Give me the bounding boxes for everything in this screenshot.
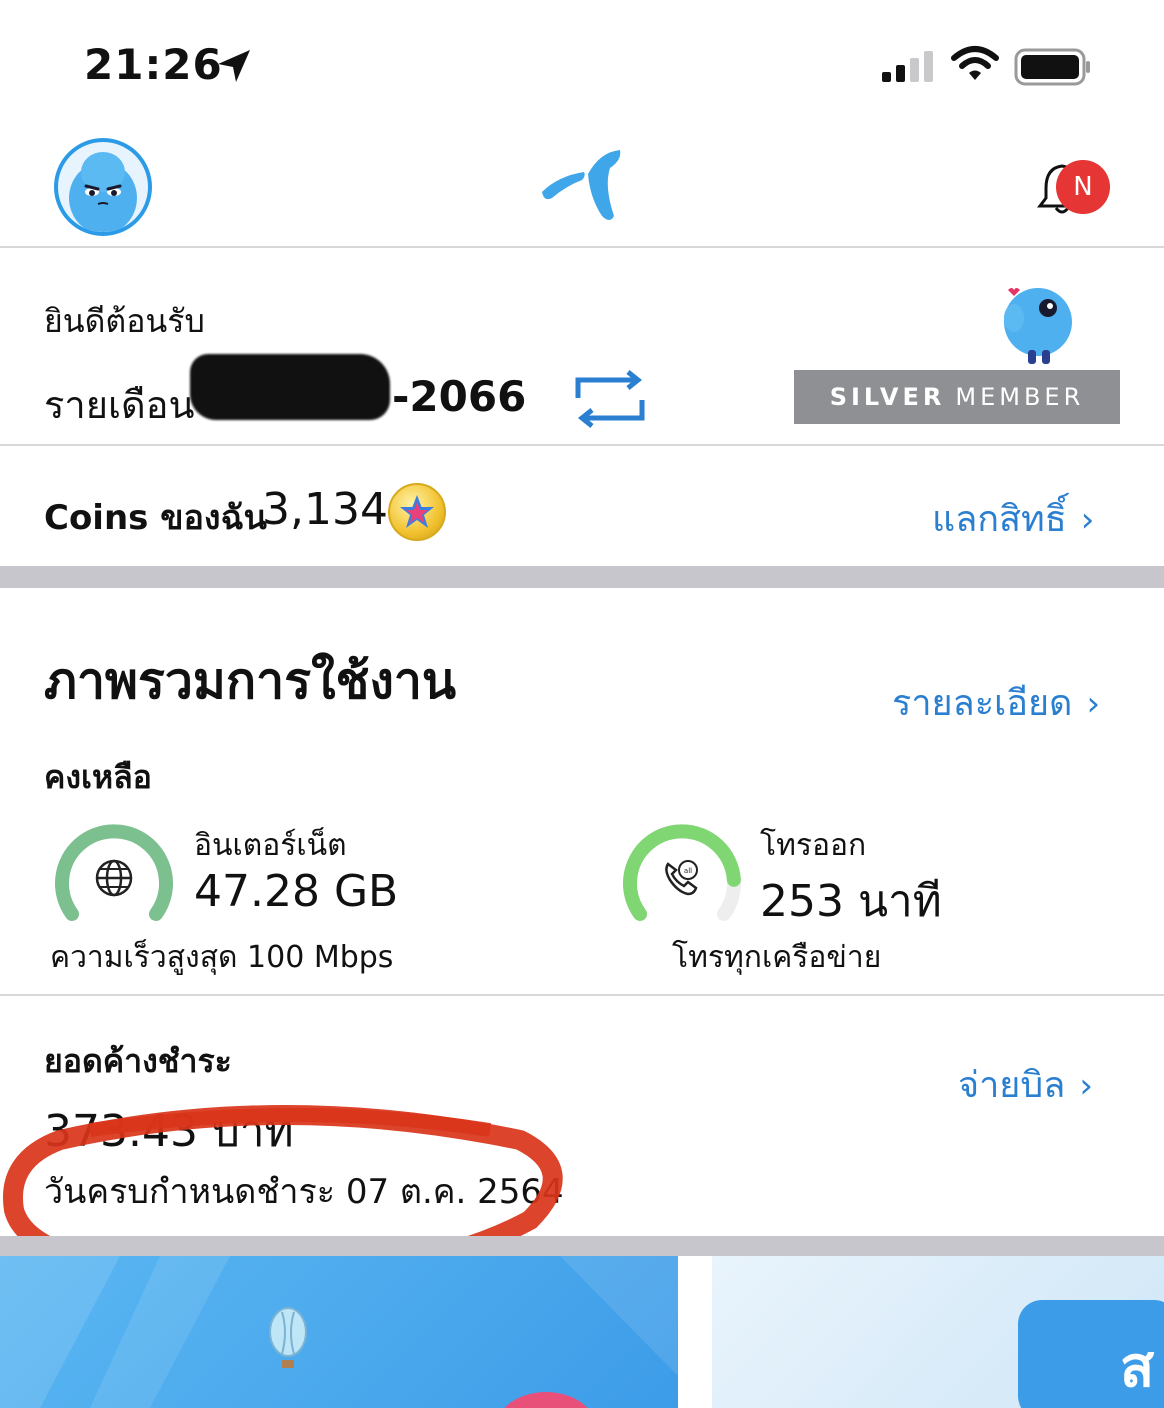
calls-remaining-value: 253 นาที — [760, 876, 942, 927]
calls-network-note: โทรทุกเครือข่าย — [672, 940, 882, 975]
balloon-illustration-icon — [0, 1256, 678, 1408]
redacted-number-scribble — [190, 354, 390, 420]
coins-label: Coins ของฉัน — [44, 498, 267, 538]
location-arrow-icon — [218, 50, 250, 82]
cellular-signal-icon — [882, 51, 933, 82]
promo-tile-text: ส — [1120, 1335, 1155, 1400]
wifi-icon — [951, 46, 999, 80]
svg-text:all: all — [684, 867, 692, 875]
overview-divider — [0, 994, 1164, 996]
redeem-link[interactable]: แลกสิทธิ์ › — [932, 490, 1094, 547]
globe-icon — [95, 859, 133, 897]
remaining-label: คงเหลือ — [44, 758, 152, 796]
details-link[interactable]: รายละเอียด › — [892, 674, 1100, 731]
chevron-right-icon: › — [1086, 684, 1101, 724]
details-link-label: รายละเอียด — [892, 683, 1073, 724]
profile-avatar[interactable] — [54, 138, 152, 236]
mascot-avatar-icon — [69, 152, 137, 232]
notification-badge: N — [1056, 160, 1110, 214]
coin-star-icon — [388, 483, 446, 541]
status-time: 21:26 — [84, 40, 223, 89]
internet-remaining-value: 47.28 GB — [194, 866, 399, 917]
battery-icon — [1014, 48, 1090, 86]
calls-label: โทรออก — [760, 828, 867, 863]
member-tier-name: SILVER — [829, 383, 946, 411]
plan-type-label: รายเดือน — [44, 383, 195, 427]
internet-speed-note: ความเร็วสูงสุด 100 Mbps — [50, 940, 394, 975]
account-divider — [0, 444, 1164, 446]
member-tier-word: MEMBER — [955, 383, 1085, 411]
section-separator — [0, 1236, 1164, 1256]
outstanding-balance-label: ยอดค้างชำระ — [44, 1042, 232, 1080]
promo-banner-tile: ส — [1018, 1300, 1164, 1408]
phone-number-suffix: -2066 — [392, 372, 527, 421]
usage-overview-title: ภาพรวมการใช้งาน — [44, 652, 457, 710]
calls-usage-gauge: all — [623, 824, 741, 921]
redeem-link-label: แลกสิทธิ์ — [932, 499, 1067, 540]
member-tier-badge: SILVER MEMBER — [794, 370, 1120, 424]
phone-call-icon: all — [665, 860, 698, 896]
section-separator — [0, 566, 1164, 588]
promo-banner-left[interactable] — [0, 1256, 678, 1408]
internet-usage-gauge — [55, 824, 173, 921]
internet-label: อินเตอร์เน็ต — [194, 828, 347, 863]
coins-value: 3,134 — [262, 484, 388, 535]
pay-bill-link[interactable]: จ่ายบิล › — [958, 1056, 1093, 1113]
mascot-illustration-icon — [1004, 288, 1072, 364]
welcome-text: ยินดีต้อนรับ — [44, 302, 205, 340]
switch-number-icon[interactable] — [572, 368, 648, 430]
chevron-right-icon: › — [1080, 500, 1095, 540]
dtac-logo-icon[interactable] — [538, 146, 622, 224]
header-divider — [0, 246, 1164, 248]
chevron-right-icon: › — [1079, 1066, 1093, 1106]
pay-bill-link-label: จ่ายบิล — [958, 1065, 1066, 1106]
